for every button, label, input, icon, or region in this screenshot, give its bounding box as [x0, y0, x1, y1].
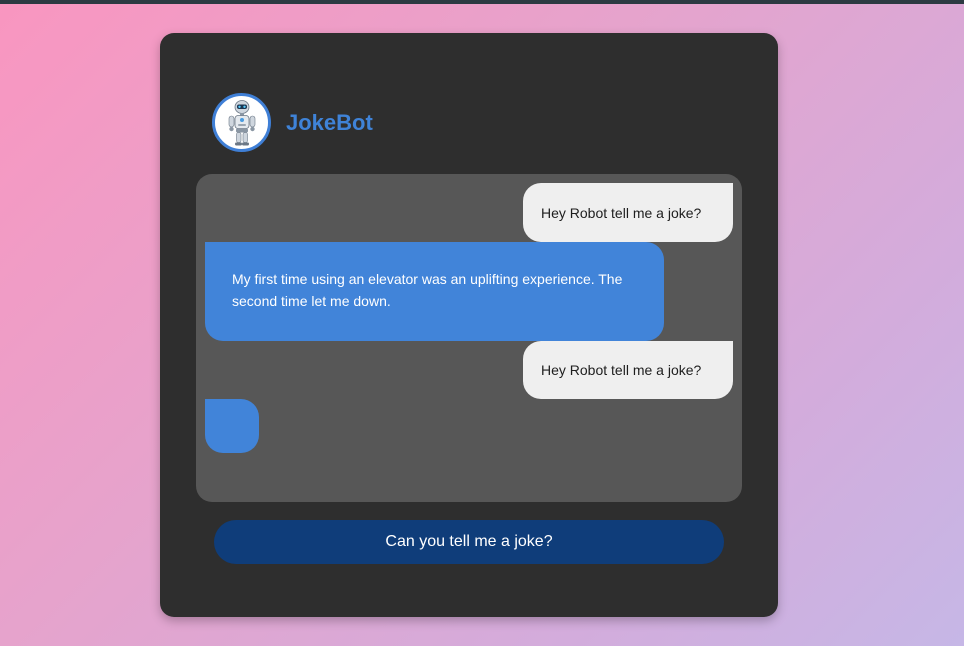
chat-header: JokeBot [212, 93, 373, 152]
bot-message: My first time using an elevator was an u… [205, 242, 664, 341]
user-message: Hey Robot tell me a joke? [523, 341, 733, 399]
message-text: Hey Robot tell me a joke? [541, 204, 702, 221]
user-message: Hey Robot tell me a joke? [523, 183, 733, 242]
chat-card: JokeBot Hey Robot tell me a joke? My fir… [160, 33, 778, 617]
chat-messages[interactable]: Hey Robot tell me a joke? My first time … [196, 174, 742, 502]
message-text: My first time using an elevator was an u… [232, 271, 623, 309]
top-edge-strip [0, 0, 964, 4]
message-text: Hey Robot tell me a joke? [541, 362, 702, 378]
bot-name: JokeBot [286, 109, 373, 135]
ask-joke-button[interactable]: Can you tell me a joke? [214, 520, 724, 564]
robot-icon [228, 99, 255, 145]
bot-avatar [212, 93, 271, 152]
bot-message-pending [205, 399, 259, 453]
